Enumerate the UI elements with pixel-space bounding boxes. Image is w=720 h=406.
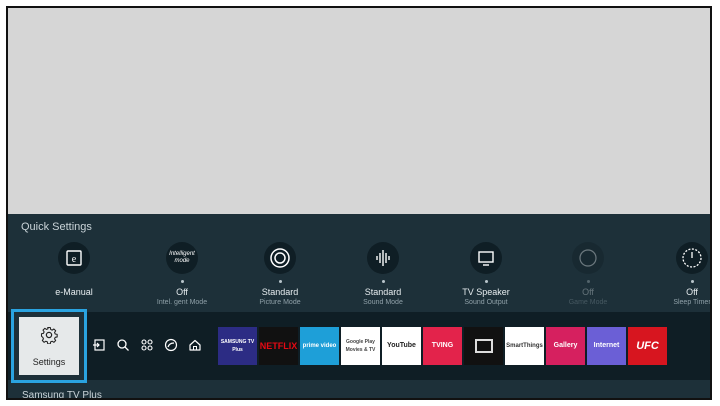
qs-item-sleep-timer[interactable]: Off Sleep Timer xyxy=(642,242,711,308)
qs-value: Off xyxy=(686,287,698,297)
sleep-timer-icon xyxy=(676,242,708,274)
qs-item-intelligent-mode[interactable]: Intelligent mode Off Intel. gent Mode xyxy=(132,242,232,308)
qs-item-emanual[interactable]: e e-Manual xyxy=(24,242,124,298)
app-tile-label: SAMSUNG TV Plus xyxy=(220,339,255,353)
qs-sub: Picture Mode xyxy=(259,299,301,306)
qs-item-game-mode[interactable]: Off Game Mode xyxy=(538,242,638,308)
qs-sub: Sound Mode xyxy=(363,299,403,306)
qs-value: Standard xyxy=(364,287,402,297)
app-tile-tving[interactable]: TVING xyxy=(423,327,462,365)
ambient-icon[interactable] xyxy=(162,336,180,354)
quick-settings-row: e e-Manual Intelligent mode Off Intel. g… xyxy=(8,242,710,322)
app-tile-internet[interactable]: Internet xyxy=(587,327,626,365)
qs-item-sound-output[interactable]: TV Speaker Sound Output xyxy=(436,242,536,308)
app-tile-netflix[interactable]: NETFLIX xyxy=(259,327,298,365)
apps-icon[interactable] xyxy=(138,336,156,354)
home-icon[interactable] xyxy=(186,336,204,354)
game-mode-icon xyxy=(572,242,604,274)
tv-content-area xyxy=(8,8,710,214)
apple-tv-logo-icon xyxy=(474,339,493,353)
source-icon[interactable] xyxy=(90,336,108,354)
app-tile-gallery[interactable]: Gallery xyxy=(546,327,585,365)
app-tile-label: NETFLIX xyxy=(259,341,298,351)
qs-value: TV Speaker xyxy=(462,287,510,297)
quick-settings-title: Quick Settings xyxy=(21,221,92,233)
app-tile-label: YouTube xyxy=(387,342,416,349)
qs-value: Off xyxy=(582,287,594,297)
app-tile-label: prime video xyxy=(302,343,337,349)
app-tile-label: SmartThings xyxy=(506,343,543,349)
current-source-label: Samsung TV Plus xyxy=(22,390,102,400)
app-tile-label: Internet xyxy=(593,342,620,349)
qs-sub: Sound Output xyxy=(464,299,508,306)
qs-sub: Intel. gent Mode xyxy=(156,299,208,306)
gear-icon xyxy=(40,326,58,349)
settings-tile-focused[interactable]: Settings xyxy=(11,309,87,383)
app-tile-label: Gallery xyxy=(553,342,578,349)
sound-mode-icon xyxy=(367,242,399,274)
intelligent-mode-icon: Intelligent mode xyxy=(166,242,198,274)
qs-sub: Sleep Timer xyxy=(673,299,711,306)
settings-label: Settings xyxy=(32,356,66,367)
tv-screen-frame: Quick Settings e e-Manual Intelligent mo… xyxy=(6,6,712,400)
qs-item-picture-mode[interactable]: Standard Picture Mode xyxy=(230,242,330,308)
app-tile-prime-video[interactable]: prime video xyxy=(300,327,339,365)
app-row: SAMSUNG TV Plus NETFLIX prime video Google … xyxy=(218,327,667,365)
search-icon[interactable] xyxy=(114,336,132,354)
manual-icon: e xyxy=(58,242,90,274)
app-tile-label: TVING xyxy=(431,342,454,349)
nav-icon-strip xyxy=(90,335,204,355)
app-tile-youtube[interactable]: YouTube xyxy=(382,327,421,365)
picture-mode-icon xyxy=(264,242,296,274)
app-tile-google-play-movies-tv[interactable]: Google Play Movies & TV xyxy=(341,327,380,365)
qs-value: e-Manual xyxy=(55,287,93,297)
app-tile-ufc[interactable]: UFC xyxy=(628,327,667,365)
app-tile-smartthings[interactable]: SmartThings xyxy=(505,327,544,365)
app-tile-label: UFC xyxy=(636,340,659,352)
qs-value: Standard xyxy=(261,287,299,297)
app-tile-samsung-tv-plus[interactable]: SAMSUNG TV Plus xyxy=(218,327,257,365)
qs-sub: Game Mode xyxy=(568,299,608,306)
settings-button[interactable]: Settings xyxy=(19,317,79,375)
app-tile-apple-tv[interactable] xyxy=(464,327,503,365)
tv-speaker-icon xyxy=(470,242,502,274)
qs-item-sound-mode[interactable]: Standard Sound Mode xyxy=(333,242,433,308)
qs-value: Off xyxy=(176,287,188,297)
svg-text:e: e xyxy=(72,254,77,265)
app-tile-label: Google Play Movies & TV xyxy=(345,339,376,353)
